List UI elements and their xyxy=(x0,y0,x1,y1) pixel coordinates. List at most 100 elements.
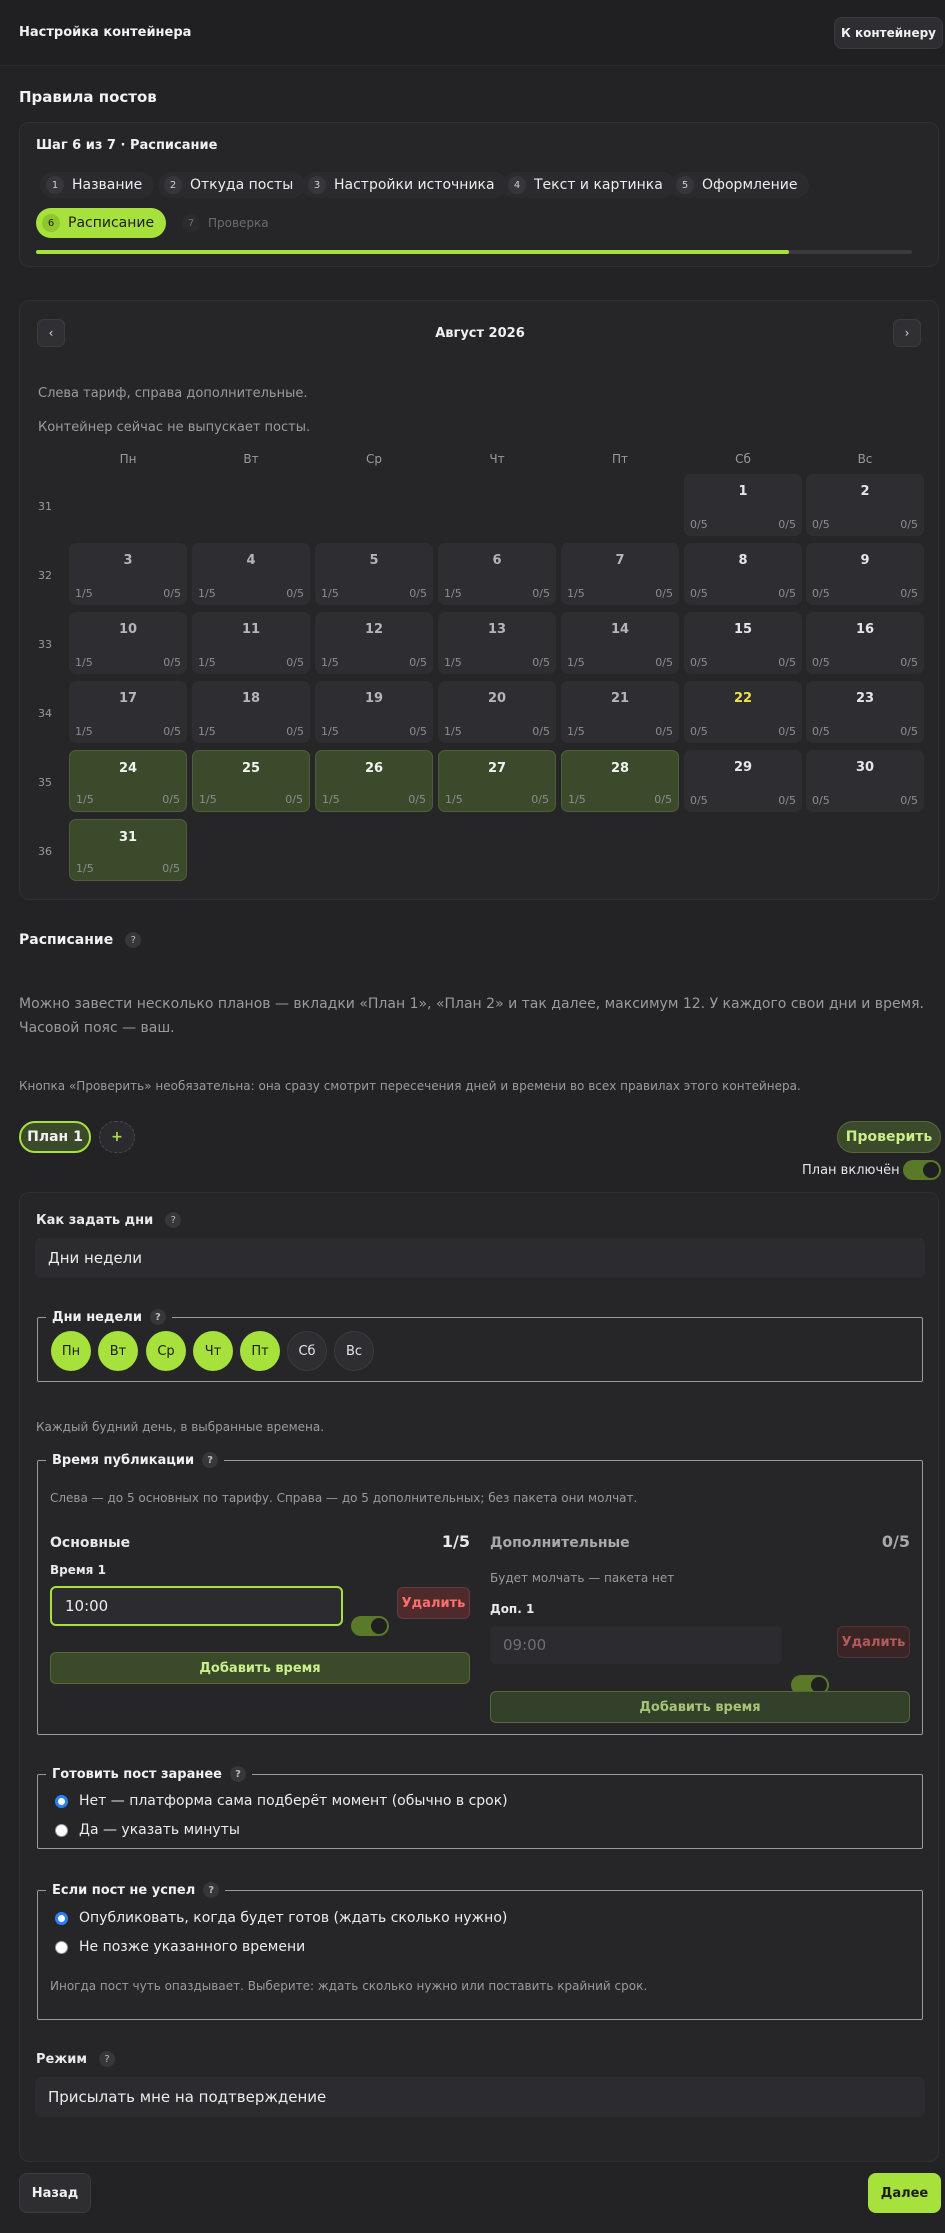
calendar-day[interactable]: 14 1/5 0/5 xyxy=(561,612,679,674)
step-number: 1 xyxy=(46,176,64,194)
calendar-day[interactable]: 19 1/5 0/5 xyxy=(315,681,433,743)
step-name[interactable]: 1 Название xyxy=(40,172,155,198)
calendar-day[interactable]: 12 1/5 0/5 xyxy=(315,612,433,674)
step-text-image[interactable]: 4 Текст и картинка xyxy=(502,172,675,198)
day-number: 3 xyxy=(123,553,133,568)
day-extra-count: 0/5 xyxy=(531,793,549,806)
help-icon[interactable]: ? xyxy=(203,1882,220,1898)
days-mode-select[interactable]: Дни недели xyxy=(35,1238,925,1278)
step-design[interactable]: 5 Оформление xyxy=(670,172,810,198)
extra-time-1-input[interactable]: 09:00 xyxy=(490,1626,782,1664)
calendar-day[interactable]: 22 0/5 0/5 xyxy=(684,681,802,743)
extra-time-1-delete-button[interactable]: Удалить xyxy=(837,1626,910,1658)
day-tariff-count: 1/5 xyxy=(76,793,94,806)
calendar-day[interactable]: 9 0/5 0/5 xyxy=(806,543,924,605)
step-schedule[interactable]: 6 Расписание xyxy=(36,208,167,238)
back-to-container-button[interactable]: К контейнеру xyxy=(834,17,943,49)
prepare-option-yes-radio[interactable] xyxy=(55,1824,68,1837)
next-button[interactable]: Далее xyxy=(868,2173,941,2213)
calendar-day[interactable]: 28 1/5 0/5 xyxy=(561,750,679,812)
calendar-day[interactable]: 13 1/5 0/5 xyxy=(438,612,556,674)
day-tariff-count: 0/5 xyxy=(812,518,830,531)
day-number: 4 xyxy=(246,553,256,568)
plan-tab-1[interactable]: План 1 xyxy=(19,1121,91,1153)
help-icon[interactable]: ? xyxy=(149,1309,166,1325)
extra-add-time-button[interactable]: Добавить время xyxy=(490,1691,910,1723)
calendar-day[interactable]: 7 1/5 0/5 xyxy=(561,543,679,605)
late-option-wait-radio[interactable] xyxy=(55,1912,68,1925)
day-number: 19 xyxy=(364,691,384,706)
calendar-day[interactable]: 26 1/5 0/5 xyxy=(315,750,433,812)
help-icon[interactable]: ? xyxy=(99,2051,116,2067)
day-number: 24 xyxy=(118,761,138,776)
main-time-1-toggle[interactable] xyxy=(351,1616,389,1636)
weekday-header: Вс xyxy=(857,452,873,466)
calendar-day[interactable]: 10 1/5 0/5 xyxy=(69,612,187,674)
calendar-day[interactable]: 16 0/5 0/5 xyxy=(806,612,924,674)
weekday-sat[interactable]: Сб xyxy=(287,1331,327,1371)
help-icon[interactable]: ? xyxy=(202,1452,219,1468)
calendar-day[interactable]: 3 1/5 0/5 xyxy=(69,543,187,605)
help-icon[interactable]: ? xyxy=(125,932,142,948)
mode-select[interactable]: Присылать мне на подтверждение xyxy=(35,2077,925,2117)
extra-time-1-label: Доп. 1 xyxy=(490,1602,535,1616)
weekday-sun[interactable]: Вс xyxy=(334,1331,374,1371)
weekday-tue[interactable]: Вт xyxy=(98,1331,138,1371)
prepare-option-no-label[interactable]: Нет — платформа сама подберёт момент (об… xyxy=(79,1793,508,1809)
calendar-day[interactable]: 2 0/5 0/5 xyxy=(806,474,924,536)
late-option-wait-label[interactable]: Опубликовать, когда будет готов (ждать с… xyxy=(79,1910,507,1926)
calendar-day[interactable]: 27 1/5 0/5 xyxy=(438,750,556,812)
calendar-day[interactable]: 21 1/5 0/5 xyxy=(561,681,679,743)
add-plan-button[interactable]: + xyxy=(99,1121,135,1153)
calendar-day[interactable]: 8 0/5 0/5 xyxy=(684,543,802,605)
step-review[interactable]: 7 Проверка xyxy=(176,210,281,236)
calendar-day[interactable]: 30 0/5 0/5 xyxy=(806,750,924,812)
plan-enabled-toggle[interactable] xyxy=(903,1160,941,1180)
calendar-day[interactable]: 24 1/5 0/5 xyxy=(69,750,187,812)
calendar-day[interactable]: 5 1/5 0/5 xyxy=(315,543,433,605)
day-number: 31 xyxy=(118,830,138,845)
calendar-day[interactable]: 29 0/5 0/5 xyxy=(684,750,802,812)
prepare-option-no-radio[interactable] xyxy=(55,1795,68,1808)
weekday-fri[interactable]: Пт xyxy=(240,1331,280,1371)
help-icon[interactable]: ? xyxy=(230,1766,246,1782)
day-tariff-count: 1/5 xyxy=(199,793,217,806)
main-time-1-input[interactable]: 10:00 xyxy=(50,1586,343,1626)
calendar-day[interactable]: 18 1/5 0/5 xyxy=(192,681,310,743)
week-number: 34 xyxy=(38,707,52,720)
calendar-day[interactable]: 1 0/5 0/5 xyxy=(684,474,802,536)
day-number: 12 xyxy=(364,622,384,637)
calendar-day[interactable]: 23 0/5 0/5 xyxy=(806,681,924,743)
weekday-wed[interactable]: Ср xyxy=(146,1331,186,1371)
main-time-1-delete-button[interactable]: Удалить xyxy=(397,1587,470,1619)
day-tariff-count: 0/5 xyxy=(690,725,708,738)
weekday-thu[interactable]: Чт xyxy=(193,1331,233,1371)
calendar-day[interactable]: 15 0/5 0/5 xyxy=(684,612,802,674)
week-number: 31 xyxy=(38,500,52,513)
main-add-time-button[interactable]: Добавить время xyxy=(50,1652,470,1684)
calendar-day[interactable]: 17 1/5 0/5 xyxy=(69,681,187,743)
step-source[interactable]: 2 Откуда посты xyxy=(158,172,306,198)
step-source-settings[interactable]: 3 Настройки источника xyxy=(302,172,507,198)
day-tariff-count: 1/5 xyxy=(567,656,585,669)
back-button[interactable]: Назад xyxy=(19,2173,91,2213)
weekday-mon[interactable]: Пн xyxy=(51,1331,91,1371)
late-option-deadline-radio[interactable] xyxy=(55,1941,68,1954)
calendar-day[interactable]: 25 1/5 0/5 xyxy=(192,750,310,812)
calendar-day[interactable]: 20 1/5 0/5 xyxy=(438,681,556,743)
calendar-day[interactable]: 31 1/5 0/5 xyxy=(69,819,187,881)
day-number: 5 xyxy=(369,553,379,568)
calendar-prev-button[interactable]: ‹ xyxy=(37,319,65,347)
late-option-deadline-label[interactable]: Не позже указанного времени xyxy=(79,1939,305,1955)
day-number: 13 xyxy=(487,622,507,637)
calendar-day[interactable]: 11 1/5 0/5 xyxy=(192,612,310,674)
prepare-option-yes-label[interactable]: Да — указать минуты xyxy=(79,1822,240,1838)
help-icon[interactable]: ? xyxy=(165,1212,182,1228)
day-number: 14 xyxy=(610,622,630,637)
weekdays-legend: Дни недели? xyxy=(46,1309,172,1325)
check-button[interactable]: Проверить xyxy=(837,1121,941,1153)
day-number: 8 xyxy=(738,553,748,568)
calendar-day[interactable]: 6 1/5 0/5 xyxy=(438,543,556,605)
calendar-day[interactable]: 4 1/5 0/5 xyxy=(192,543,310,605)
calendar-next-button[interactable]: › xyxy=(893,319,921,347)
